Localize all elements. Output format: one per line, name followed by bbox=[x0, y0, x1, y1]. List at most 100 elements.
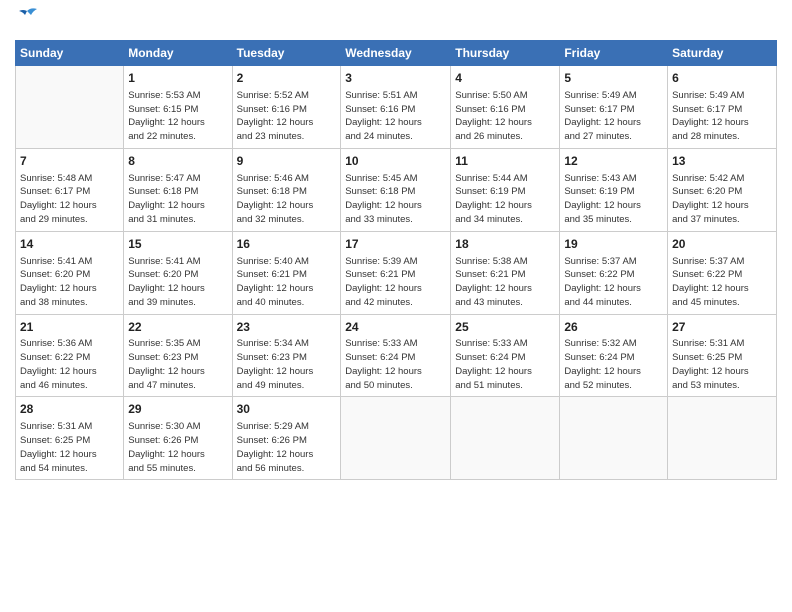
day-number: 23 bbox=[237, 319, 337, 336]
header-cell-monday: Monday bbox=[124, 41, 232, 66]
day-info: Sunrise: 5:43 AM Sunset: 6:19 PM Dayligh… bbox=[564, 172, 663, 227]
day-info: Sunrise: 5:37 AM Sunset: 6:22 PM Dayligh… bbox=[672, 255, 772, 310]
day-info: Sunrise: 5:49 AM Sunset: 6:17 PM Dayligh… bbox=[672, 89, 772, 144]
day-info: Sunrise: 5:50 AM Sunset: 6:16 PM Dayligh… bbox=[455, 89, 555, 144]
day-info: Sunrise: 5:32 AM Sunset: 6:24 PM Dayligh… bbox=[564, 337, 663, 392]
day-info: Sunrise: 5:51 AM Sunset: 6:16 PM Dayligh… bbox=[345, 89, 446, 144]
day-number: 4 bbox=[455, 70, 555, 87]
day-number: 28 bbox=[20, 401, 119, 418]
day-cell: 16 Sunrise: 5:40 AM Sunset: 6:21 PM Dayli… bbox=[232, 231, 341, 314]
day-info: Sunrise: 5:29 AM Sunset: 6:26 PM Dayligh… bbox=[237, 420, 337, 475]
week-row-4: 21Sunrise: 5:36 AM Sunset: 6:22 PM Dayli… bbox=[16, 314, 777, 397]
day-info: Sunrise: 5:33 AM Sunset: 6:24 PM Dayligh… bbox=[345, 337, 446, 392]
day-info: Sunrise: 5:34 AM Sunset: 6:23 PM Dayligh… bbox=[237, 337, 337, 392]
day-number: 25 bbox=[455, 319, 555, 336]
day-cell: 11Sunrise: 5:44 AM Sunset: 6:19 PM Dayli… bbox=[451, 148, 560, 231]
day-cell: 4 Sunrise: 5:50 AM Sunset: 6:16 PM Daylig… bbox=[451, 66, 560, 149]
header-cell-saturday: Saturday bbox=[668, 41, 777, 66]
day-info: Sunrise: 5:47 AM Sunset: 6:18 PM Dayligh… bbox=[128, 172, 227, 227]
day-cell bbox=[668, 397, 777, 480]
day-cell: 18 Sunrise: 5:38 AM Sunset: 6:21 PM Dayli… bbox=[451, 231, 560, 314]
day-number: 22 bbox=[128, 319, 227, 336]
day-cell: 1 Sunrise: 5:53 AM Sunset: 6:15 PM Daylig… bbox=[124, 66, 232, 149]
logo bbox=[15, 10, 39, 32]
week-row-2: 7 Sunrise: 5:48 AM Sunset: 6:17 PM Daylig… bbox=[16, 148, 777, 231]
day-info: Sunrise: 5:40 AM Sunset: 6:21 PM Dayligh… bbox=[237, 255, 337, 310]
day-number: 10 bbox=[345, 153, 446, 170]
week-row-3: 14Sunrise: 5:41 AM Sunset: 6:20 PM Dayli… bbox=[16, 231, 777, 314]
header-cell-tuesday: Tuesday bbox=[232, 41, 341, 66]
day-cell: 13 Sunrise: 5:42 AM Sunset: 6:20 PM Dayli… bbox=[668, 148, 777, 231]
day-number: 9 bbox=[237, 153, 337, 170]
day-number: 11 bbox=[455, 153, 555, 170]
day-cell bbox=[451, 397, 560, 480]
day-number: 15 bbox=[128, 236, 227, 253]
day-number: 12 bbox=[564, 153, 663, 170]
day-number: 20 bbox=[672, 236, 772, 253]
day-cell: 25Sunrise: 5:33 AM Sunset: 6:24 PM Dayli… bbox=[451, 314, 560, 397]
week-row-5: 28 Sunrise: 5:31 AM Sunset: 6:25 PM Dayli… bbox=[16, 397, 777, 480]
day-cell: 29Sunrise: 5:30 AM Sunset: 6:26 PM Dayli… bbox=[124, 397, 232, 480]
calendar-body: 1 Sunrise: 5:53 AM Sunset: 6:15 PM Daylig… bbox=[16, 66, 777, 480]
day-cell: 22Sunrise: 5:35 AM Sunset: 6:23 PM Dayli… bbox=[124, 314, 232, 397]
day-cell: 7 Sunrise: 5:48 AM Sunset: 6:17 PM Daylig… bbox=[16, 148, 124, 231]
day-info: Sunrise: 5:49 AM Sunset: 6:17 PM Dayligh… bbox=[564, 89, 663, 144]
day-number: 19 bbox=[564, 236, 663, 253]
day-cell: 12 Sunrise: 5:43 AM Sunset: 6:19 PM Dayli… bbox=[560, 148, 668, 231]
calendar-header: SundayMondayTuesdayWednesdayThursdayFrid… bbox=[16, 41, 777, 66]
day-number: 5 bbox=[564, 70, 663, 87]
day-number: 2 bbox=[237, 70, 337, 87]
day-info: Sunrise: 5:39 AM Sunset: 6:21 PM Dayligh… bbox=[345, 255, 446, 310]
day-info: Sunrise: 5:46 AM Sunset: 6:18 PM Dayligh… bbox=[237, 172, 337, 227]
day-info: Sunrise: 5:41 AM Sunset: 6:20 PM Dayligh… bbox=[20, 255, 119, 310]
header-cell-friday: Friday bbox=[560, 41, 668, 66]
day-cell: 3Sunrise: 5:51 AM Sunset: 6:16 PM Daylig… bbox=[341, 66, 451, 149]
day-info: Sunrise: 5:42 AM Sunset: 6:20 PM Dayligh… bbox=[672, 172, 772, 227]
day-info: Sunrise: 5:33 AM Sunset: 6:24 PM Dayligh… bbox=[455, 337, 555, 392]
day-info: Sunrise: 5:41 AM Sunset: 6:20 PM Dayligh… bbox=[128, 255, 227, 310]
day-info: Sunrise: 5:48 AM Sunset: 6:17 PM Dayligh… bbox=[20, 172, 119, 227]
day-number: 18 bbox=[455, 236, 555, 253]
day-number: 6 bbox=[672, 70, 772, 87]
week-row-1: 1 Sunrise: 5:53 AM Sunset: 6:15 PM Daylig… bbox=[16, 66, 777, 149]
day-cell: 19 Sunrise: 5:37 AM Sunset: 6:22 PM Dayli… bbox=[560, 231, 668, 314]
day-number: 16 bbox=[237, 236, 337, 253]
day-cell: 6 Sunrise: 5:49 AM Sunset: 6:17 PM Daylig… bbox=[668, 66, 777, 149]
day-number: 29 bbox=[128, 401, 227, 418]
header-cell-wednesday: Wednesday bbox=[341, 41, 451, 66]
day-cell: 5 Sunrise: 5:49 AM Sunset: 6:17 PM Daylig… bbox=[560, 66, 668, 149]
day-cell: 30Sunrise: 5:29 AM Sunset: 6:26 PM Dayli… bbox=[232, 397, 341, 480]
day-cell: 27Sunrise: 5:31 AM Sunset: 6:25 PM Dayli… bbox=[668, 314, 777, 397]
day-info: Sunrise: 5:38 AM Sunset: 6:21 PM Dayligh… bbox=[455, 255, 555, 310]
day-cell bbox=[16, 66, 124, 149]
day-number: 27 bbox=[672, 319, 772, 336]
header-row: SundayMondayTuesdayWednesdayThursdayFrid… bbox=[16, 41, 777, 66]
day-cell: 28 Sunrise: 5:31 AM Sunset: 6:25 PM Dayli… bbox=[16, 397, 124, 480]
day-number: 7 bbox=[20, 153, 119, 170]
day-number: 17 bbox=[345, 236, 446, 253]
day-info: Sunrise: 5:53 AM Sunset: 6:15 PM Dayligh… bbox=[128, 89, 227, 144]
day-number: 26 bbox=[564, 319, 663, 336]
day-number: 1 bbox=[128, 70, 227, 87]
page-header bbox=[15, 10, 777, 32]
day-cell: 8 Sunrise: 5:47 AM Sunset: 6:18 PM Daylig… bbox=[124, 148, 232, 231]
day-info: Sunrise: 5:52 AM Sunset: 6:16 PM Dayligh… bbox=[237, 89, 337, 144]
day-cell: 24Sunrise: 5:33 AM Sunset: 6:24 PM Dayli… bbox=[341, 314, 451, 397]
day-cell: 21Sunrise: 5:36 AM Sunset: 6:22 PM Dayli… bbox=[16, 314, 124, 397]
day-cell: 23Sunrise: 5:34 AM Sunset: 6:23 PM Dayli… bbox=[232, 314, 341, 397]
day-cell bbox=[341, 397, 451, 480]
day-info: Sunrise: 5:31 AM Sunset: 6:25 PM Dayligh… bbox=[20, 420, 119, 475]
day-info: Sunrise: 5:36 AM Sunset: 6:22 PM Dayligh… bbox=[20, 337, 119, 392]
day-cell: 9 Sunrise: 5:46 AM Sunset: 6:18 PM Daylig… bbox=[232, 148, 341, 231]
header-cell-sunday: Sunday bbox=[16, 41, 124, 66]
day-cell bbox=[560, 397, 668, 480]
day-info: Sunrise: 5:37 AM Sunset: 6:22 PM Dayligh… bbox=[564, 255, 663, 310]
day-info: Sunrise: 5:45 AM Sunset: 6:18 PM Dayligh… bbox=[345, 172, 446, 227]
day-number: 8 bbox=[128, 153, 227, 170]
day-cell: 26Sunrise: 5:32 AM Sunset: 6:24 PM Dayli… bbox=[560, 314, 668, 397]
day-cell: 14Sunrise: 5:41 AM Sunset: 6:20 PM Dayli… bbox=[16, 231, 124, 314]
header-cell-thursday: Thursday bbox=[451, 41, 560, 66]
day-number: 13 bbox=[672, 153, 772, 170]
calendar-table: SundayMondayTuesdayWednesdayThursdayFrid… bbox=[15, 40, 777, 480]
day-number: 21 bbox=[20, 319, 119, 336]
